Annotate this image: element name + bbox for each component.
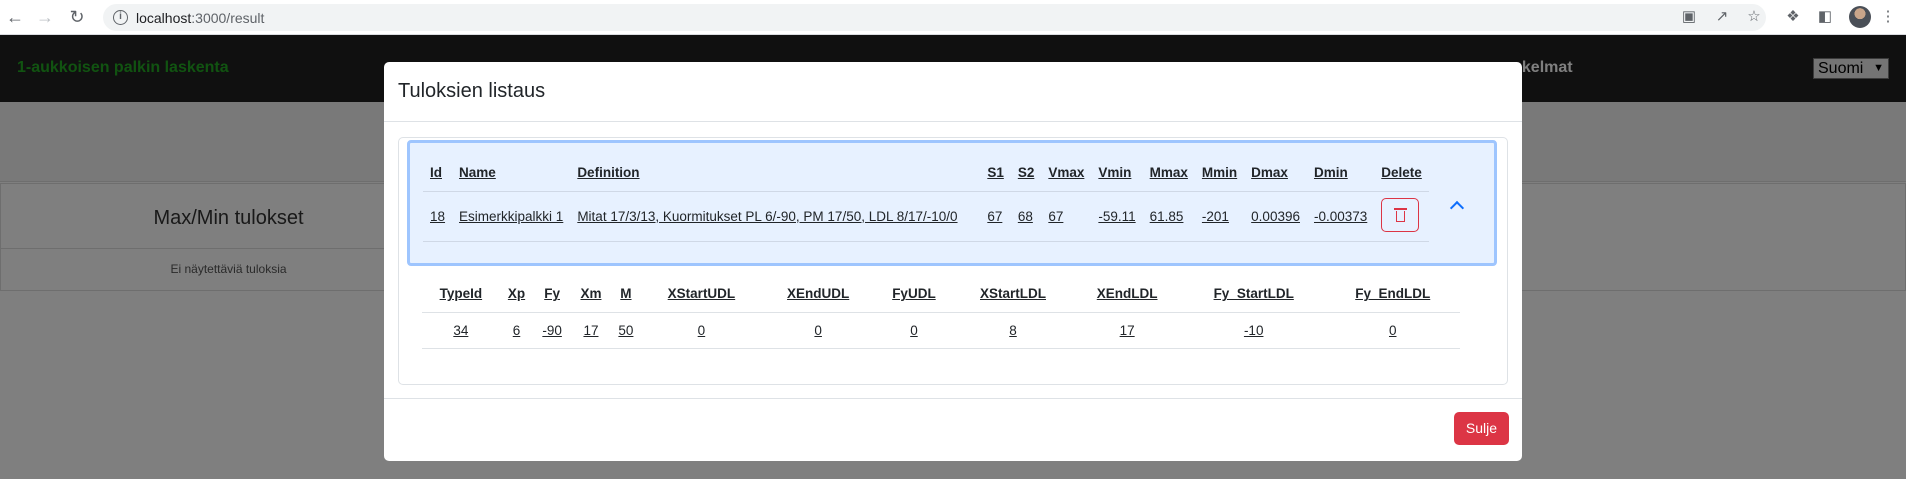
col-dmax[interactable]: Dmax	[1244, 154, 1307, 192]
cell-name[interactable]: Esimerkkipalkki 1	[452, 191, 571, 242]
cell-dmax[interactable]: 0.00396	[1244, 191, 1307, 242]
results-card: Id Name Definition S1 S2 Vmax Vmin Mmax …	[398, 137, 1508, 385]
cell-xendudl[interactable]: 0	[762, 312, 875, 349]
cell-xendldl[interactable]: 17	[1072, 312, 1182, 349]
cell-fy-endldl[interactable]: 0	[1325, 312, 1460, 349]
forward-arrow-icon[interactable]: →	[34, 6, 56, 28]
col-vmax[interactable]: Vmax	[1041, 154, 1092, 192]
url-path: :3000/result	[191, 10, 265, 26]
modal-title: Tuloksien listaus	[398, 80, 546, 102]
extensions-icon[interactable]: ❖	[1783, 7, 1803, 27]
cell-xp[interactable]: 6	[499, 312, 534, 349]
detail-table: TypeId Xp Fy Xm M XStartUDL XEndUDL FyUD…	[422, 276, 1460, 349]
delete-button[interactable]	[1381, 197, 1420, 232]
cell-vmin[interactable]: -59.11	[1091, 191, 1143, 242]
cell-typeid[interactable]: 34	[422, 312, 500, 349]
trash-icon	[1394, 207, 1408, 222]
cell-fy[interactable]: -90	[533, 312, 571, 349]
col-delete: Delete	[1374, 154, 1429, 192]
cell-xstartudl[interactable]: 0	[640, 312, 763, 349]
side-panel-icon[interactable]: ◧	[1815, 7, 1835, 27]
col-xstartudl[interactable]: XStartUDL	[640, 276, 763, 313]
col-dmin[interactable]: Dmin	[1306, 154, 1375, 192]
col-xm[interactable]: Xm	[570, 276, 612, 313]
cell-m[interactable]: 50	[611, 312, 641, 349]
results-header-row: Id Name Definition S1 S2 Vmax Vmin Mmax …	[423, 154, 1429, 192]
col-definition[interactable]: Definition	[570, 154, 981, 192]
table-row: 34 6 -90 17 50 0 0 0 8 17 -10 0	[422, 312, 1460, 349]
close-button[interactable]: Sulje	[1454, 412, 1509, 445]
browser-toolbar: ← → ↻ i localhost:3000/result ▣ ↗ ☆ ❖ ◧ …	[0, 0, 1906, 35]
col-xstartldl[interactable]: XStartLDL	[953, 276, 1073, 313]
col-id[interactable]: Id	[423, 154, 453, 192]
cell-id[interactable]: 18	[423, 191, 453, 242]
cell-mmin[interactable]: -201	[1194, 191, 1245, 242]
col-fy-endldl[interactable]: Fy_EndLDL	[1325, 276, 1460, 313]
col-fyudl[interactable]: FyUDL	[874, 276, 954, 313]
col-xendldl[interactable]: XEndLDL	[1072, 276, 1182, 313]
col-typeid[interactable]: TypeId	[422, 276, 500, 313]
col-mmin[interactable]: Mmin	[1194, 154, 1245, 192]
cell-xstartldl[interactable]: 8	[953, 312, 1073, 349]
site-info-icon[interactable]: i	[113, 10, 128, 25]
cell-vmax[interactable]: 67	[1041, 191, 1092, 242]
cell-s2[interactable]: 68	[1010, 191, 1042, 242]
col-mmax[interactable]: Mmax	[1142, 154, 1195, 192]
modal-footer: Sulje	[384, 398, 1522, 461]
col-m[interactable]: M	[611, 276, 641, 313]
url-host: localhost	[136, 10, 192, 26]
cell-fy-startldl[interactable]: -10	[1181, 312, 1326, 349]
modal-header: Tuloksien listaus	[384, 62, 1522, 122]
cell-s1[interactable]: 67	[980, 191, 1011, 242]
cell-fyudl[interactable]: 0	[874, 312, 954, 349]
col-vmin[interactable]: Vmin	[1091, 154, 1143, 192]
menu-kebab-icon[interactable]: ⋮	[1878, 7, 1898, 27]
back-arrow-icon[interactable]: ←	[4, 6, 26, 28]
col-xp[interactable]: Xp	[499, 276, 534, 313]
reload-icon[interactable]: ↻	[66, 6, 88, 28]
col-name[interactable]: Name	[452, 154, 571, 192]
col-s2[interactable]: S2	[1010, 154, 1042, 192]
cell-definition[interactable]: Mitat 17/3/13, Kuormitukset PL 6/-90, PM…	[570, 191, 981, 242]
cell-delete	[1374, 191, 1429, 242]
url-text: localhost:3000/result	[136, 10, 264, 26]
results-modal: Tuloksien listaus Id Name Definition S1 …	[384, 62, 1522, 461]
col-s1[interactable]: S1	[980, 154, 1011, 192]
share-icon[interactable]: ↗	[1712, 7, 1732, 27]
col-xendudl[interactable]: XEndUDL	[762, 276, 875, 313]
results-table: Id Name Definition S1 S2 Vmax Vmin Mmax …	[423, 154, 1429, 242]
chevron-up-icon[interactable]	[1449, 200, 1465, 216]
detail-header-row: TypeId Xp Fy Xm M XStartUDL XEndUDL FyUD…	[422, 276, 1460, 313]
address-bar[interactable]: i localhost:3000/result	[103, 4, 1766, 31]
col-fy[interactable]: Fy	[533, 276, 571, 313]
cell-xm[interactable]: 17	[570, 312, 612, 349]
profile-avatar[interactable]	[1849, 6, 1871, 28]
result-accordion-item[interactable]: Id Name Definition S1 S2 Vmax Vmin Mmax …	[407, 140, 1497, 266]
bookmark-star-icon[interactable]: ☆	[1744, 7, 1764, 27]
col-fy-startldl[interactable]: Fy_StartLDL	[1181, 276, 1326, 313]
cell-mmax[interactable]: 61.85	[1142, 191, 1195, 242]
cell-dmin[interactable]: -0.00373	[1306, 191, 1375, 242]
translate-icon[interactable]: ▣	[1679, 7, 1699, 27]
table-row: 18 Esimerkkipalkki 1 Mitat 17/3/13, Kuor…	[423, 191, 1429, 242]
